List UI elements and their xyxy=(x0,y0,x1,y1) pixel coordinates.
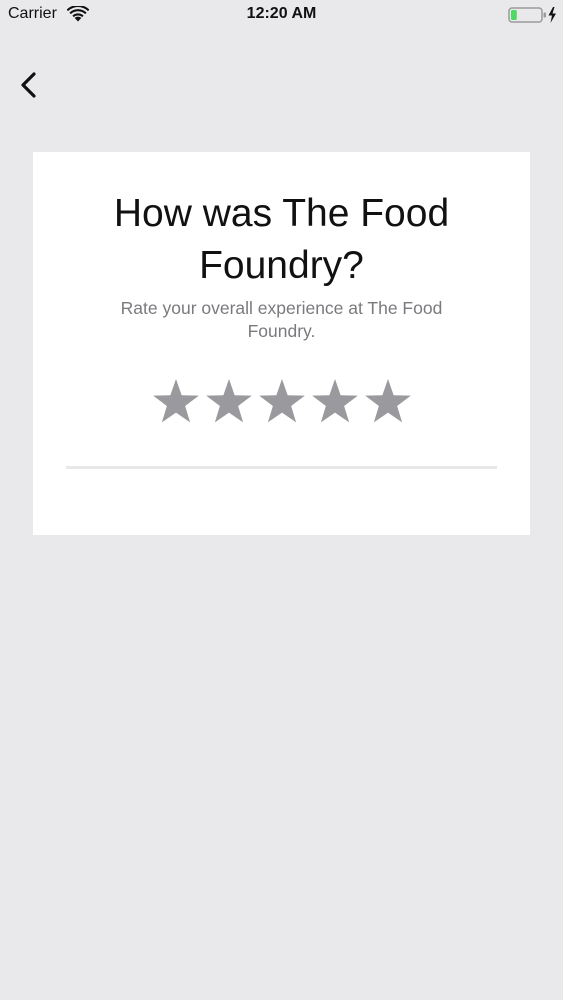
star-4-icon[interactable] xyxy=(309,376,361,428)
rating-subtitle: Rate your overall experience at The Food… xyxy=(120,298,443,341)
star-1-icon[interactable] xyxy=(150,376,202,428)
battery-charging-icon xyxy=(508,7,556,23)
divider xyxy=(66,466,497,469)
status-bar: Carrier 12:20 AM xyxy=(0,0,563,30)
chevron-left-icon xyxy=(21,72,36,98)
star-3-icon[interactable] xyxy=(256,376,308,428)
star-5-icon[interactable] xyxy=(362,376,414,428)
rating-title: How was The Food Foundry? xyxy=(113,192,450,287)
battery-level-fill xyxy=(511,10,517,20)
rating-card: How was The Food Foundry? Rate your over… xyxy=(33,152,530,535)
star-2-icon[interactable] xyxy=(203,376,255,428)
back-button[interactable] xyxy=(14,66,48,104)
status-time: 12:20 AM xyxy=(246,5,317,22)
star-rating[interactable] xyxy=(33,376,530,430)
